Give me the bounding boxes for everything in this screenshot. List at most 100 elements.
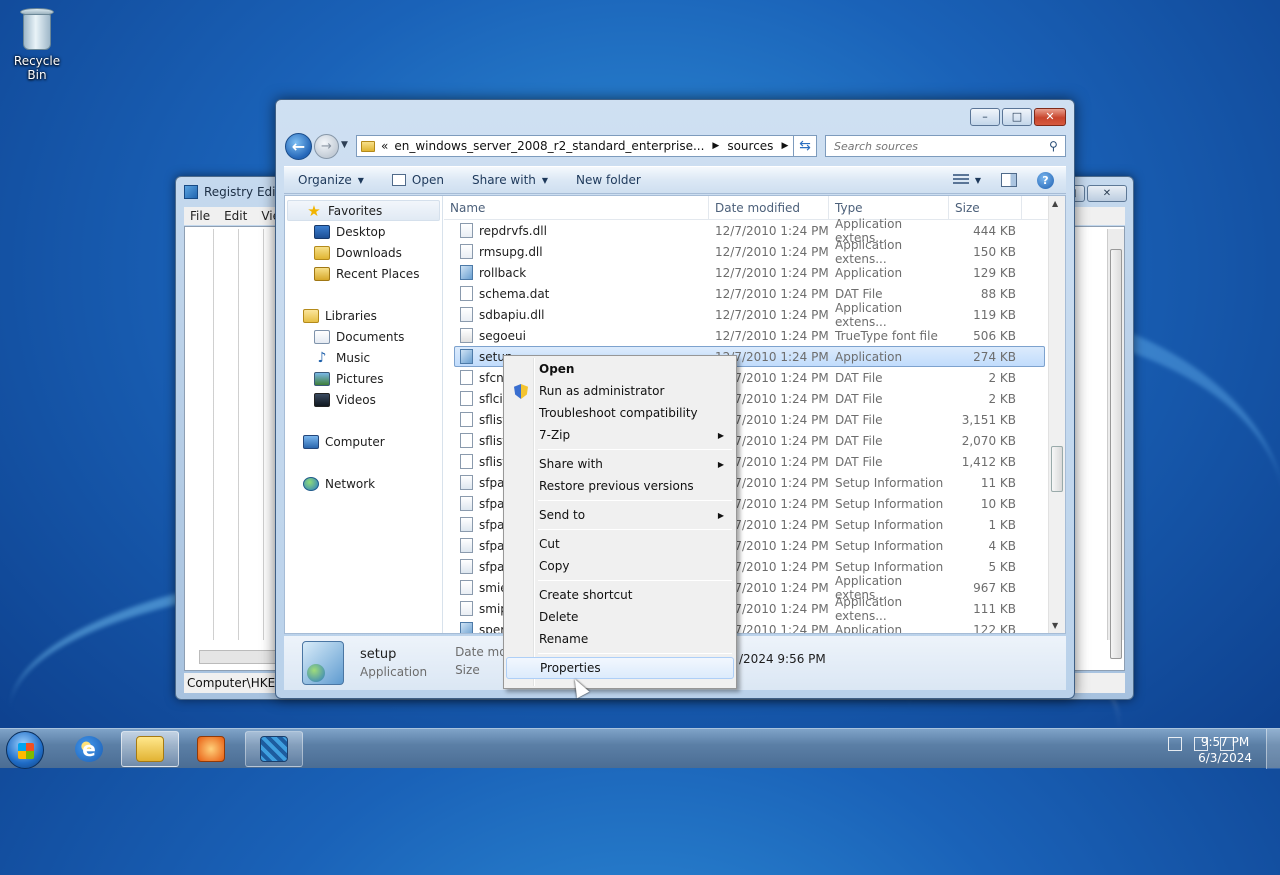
breadcrumb-separator-icon[interactable]: ▶ <box>712 141 719 151</box>
breadcrumb-item[interactable]: en_windows_server_2008_r2_standard_enter… <box>394 139 704 153</box>
desktop-icon-recycle-bin[interactable]: Recycle Bin <box>4 6 70 82</box>
share-with-button[interactable]: Share with ▼ <box>458 173 562 187</box>
taskbar-registry-editor[interactable] <box>245 731 303 767</box>
taskbar-internet-explorer[interactable]: e <box>60 731 118 767</box>
file-file-icon <box>460 286 473 301</box>
menu-item-share-with[interactable]: Share with ▶ <box>506 453 734 475</box>
nav-documents[interactable]: Documents <box>285 326 442 347</box>
navigation-pane[interactable]: ★ Favorites Desktop Downloads Recent Plac… <box>285 196 443 633</box>
forward-button[interactable]: → <box>314 134 339 159</box>
nav-recent-places[interactable]: Recent Places <box>285 263 442 284</box>
file-size: 111 KB <box>973 601 1016 616</box>
taskbar-windows-explorer[interactable] <box>121 731 179 767</box>
menu-item-7zip[interactable]: 7-Zip ▶ <box>506 424 734 446</box>
nav-downloads[interactable]: Downloads <box>285 242 442 263</box>
change-view-button[interactable]: ▼ <box>952 174 981 186</box>
file-name-cell: schema.dat <box>444 286 709 301</box>
file-type: DAT File <box>835 286 883 301</box>
scroll-thumb[interactable] <box>1051 446 1063 492</box>
network-icon <box>303 476 319 491</box>
menu-item-restore-previous-versions[interactable]: Restore previous versions <box>506 475 734 497</box>
close-button[interactable]: ✕ <box>1087 185 1127 202</box>
menu-item-copy[interactable]: Copy <box>506 555 734 577</box>
nav-computer[interactable]: Computer <box>285 431 442 452</box>
menu-item-run-as-administrator[interactable]: Run as administrator <box>506 380 734 402</box>
menu-edit[interactable]: Edit <box>224 209 247 223</box>
preview-pane-icon[interactable] <box>1001 173 1017 187</box>
breadcrumb-separator-icon[interactable]: ▶ <box>781 141 788 151</box>
back-button[interactable]: ← <box>285 133 312 160</box>
menu-item-properties[interactable]: Properties <box>506 657 734 679</box>
open-label: Open <box>411 173 444 187</box>
search-icon[interactable]: ⚲ <box>1049 139 1065 153</box>
menu-item-label: 7-Zip <box>539 428 571 442</box>
address-overflow-chevron[interactable]: « <box>381 139 388 153</box>
nav-videos[interactable]: Videos <box>285 389 442 410</box>
vertical-scrollbar[interactable]: ▲ ▼ <box>1048 196 1065 633</box>
help-icon[interactable]: ? <box>1037 171 1054 189</box>
taskbar-media-player[interactable] <box>182 731 240 767</box>
column-header-size[interactable]: Size <box>949 196 1022 219</box>
close-button[interactable]: ✕ <box>1034 108 1066 126</box>
refresh-button[interactable]: ⇆ <box>793 135 817 157</box>
file-size: 444 KB <box>973 223 1016 238</box>
address-bar[interactable]: « en_windows_server_2008_r2_standard_ent… <box>356 135 817 157</box>
minimize-button[interactable]: – <box>970 108 1000 126</box>
column-header-date[interactable]: Date modified <box>709 196 829 219</box>
nav-pictures[interactable]: Pictures <box>285 368 442 389</box>
open-button[interactable]: Open <box>378 173 458 187</box>
nav-music[interactable]: ♪ Music <box>285 347 442 368</box>
system-clock[interactable]: 9:57 PM 6/3/2024 <box>1198 734 1252 766</box>
scroll-thumb[interactable] <box>1110 249 1122 659</box>
nav-network[interactable]: Network <box>285 473 442 494</box>
breadcrumb-item[interactable]: sources <box>727 139 773 153</box>
chevron-down-icon: ▼ <box>974 175 981 185</box>
file-row[interactable]: rollback 12/7/2010 1:24 PM Application 129 … <box>444 262 1065 283</box>
nav-desktop[interactable]: Desktop <box>285 221 442 242</box>
new-folder-button[interactable]: New folder <box>562 173 655 187</box>
action-center-flag-icon[interactable] <box>1168 737 1182 751</box>
app-file-icon <box>460 349 473 364</box>
menu-item-troubleshoot[interactable]: Troubleshoot compatibility <box>506 402 734 424</box>
recent-pages-dropdown[interactable]: ▼ <box>341 140 348 150</box>
inf-file-icon <box>460 475 473 490</box>
file-row[interactable]: repdrvfs.dll 12/7/2010 1:24 PM Application… <box>444 217 1065 245</box>
menu-item-create-shortcut[interactable]: Create shortcut <box>506 584 734 606</box>
nav-libraries[interactable]: Libraries <box>285 305 442 326</box>
scroll-up-icon[interactable]: ▲ <box>1052 199 1058 208</box>
submenu-arrow-icon: ▶ <box>717 430 724 440</box>
tree-lines <box>193 229 283 640</box>
menu-item-delete[interactable]: Delete <box>506 606 734 628</box>
organize-button[interactable]: Organize ▼ <box>284 173 378 187</box>
chevron-down-icon: ▼ <box>541 175 549 185</box>
nav-label: Libraries <box>325 308 377 323</box>
menu-separator <box>538 500 732 501</box>
menu-item-rename[interactable]: Rename <box>506 628 734 650</box>
search-box[interactable]: ⚲ <box>825 135 1066 157</box>
app-file-icon <box>460 622 473 633</box>
vertical-scrollbar[interactable] <box>1107 229 1124 659</box>
menu-file[interactable]: File <box>190 209 210 223</box>
file-row[interactable]: sdbapiu.dll 12/7/2010 1:24 PM Application … <box>444 301 1065 329</box>
column-header-name[interactable]: Name <box>444 196 709 219</box>
menu-item-open[interactable]: Open <box>506 358 734 380</box>
maximize-button[interactable]: □ <box>1002 108 1032 126</box>
menu-item-label: Send to <box>539 508 586 522</box>
show-desktop-button[interactable] <box>1266 729 1280 769</box>
submenu-arrow-icon: ▶ <box>717 459 724 469</box>
dll-file-icon <box>460 601 473 616</box>
open-icon <box>391 174 406 186</box>
horizontal-scrollbar[interactable] <box>199 650 279 664</box>
file-row[interactable]: rmsupg.dll 12/7/2010 1:24 PM Application e… <box>444 238 1065 266</box>
file-row[interactable]: schema.dat 12/7/2010 1:24 PM DAT File 88 KB <box>444 283 1065 304</box>
scroll-down-icon[interactable]: ▼ <box>1052 621 1058 630</box>
file-type: DAT File <box>835 391 883 406</box>
file-row[interactable]: segoeui 12/7/2010 1:24 PM TrueType font fi… <box>444 325 1065 346</box>
details-file-type: Application <box>360 665 428 679</box>
menu-item-cut[interactable]: Cut <box>506 533 734 555</box>
nav-favorites[interactable]: ★ Favorites <box>287 200 440 221</box>
file-name: sfpa <box>479 559 505 574</box>
search-input[interactable] <box>832 138 1049 154</box>
menu-item-send-to[interactable]: Send to ▶ <box>506 504 734 526</box>
start-button[interactable] <box>6 731 44 769</box>
